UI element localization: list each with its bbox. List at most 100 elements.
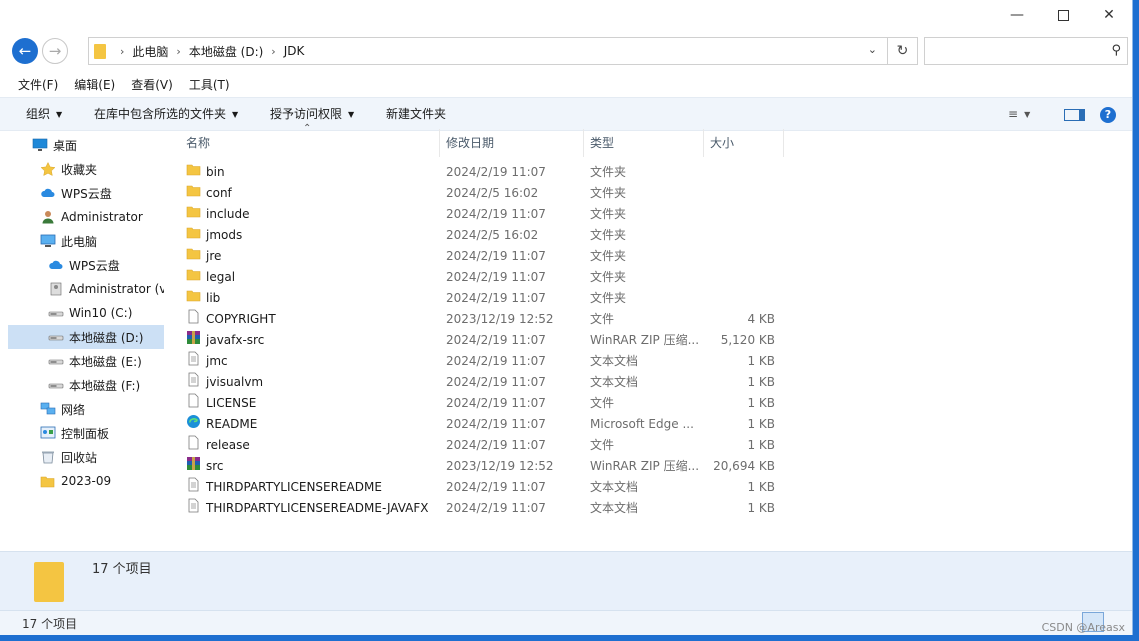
file-name: release (206, 438, 250, 452)
sidebar-item[interactable]: WPS云盘 (8, 253, 164, 277)
folder-icon (186, 288, 201, 303)
maximize-button[interactable] (1040, 0, 1086, 30)
file-date: 2023/12/19 12:52 (446, 459, 554, 473)
file-date: 2024/2/19 11:07 (446, 249, 546, 263)
sidebar-item[interactable]: 网络 (8, 397, 164, 421)
new-folder-button[interactable]: 新建文件夹 (386, 98, 446, 130)
menu-edit[interactable]: 编辑(E) (66, 74, 123, 96)
sidebar-item[interactable]: 本地磁盘 (E:) (8, 349, 164, 373)
help-button[interactable]: ? (1100, 98, 1116, 130)
sidebar-item[interactable]: 本地磁盘 (D:) (8, 325, 164, 349)
sidebar-item-label: WPS云盘 (69, 258, 120, 273)
menu-file[interactable]: 文件(F) (0, 74, 66, 96)
minimize-button[interactable]: — (994, 0, 1040, 30)
sidebar-item[interactable]: WPS云盘 (8, 181, 164, 205)
file-date: 2024/2/19 11:07 (446, 417, 546, 431)
file-row[interactable]: conf 2024/2/5 16:02 文件夹 (180, 183, 780, 204)
file-name: lib (206, 291, 221, 305)
sidebar-item-label: 收藏夹 (61, 162, 98, 177)
file-type: WinRAR ZIP 压缩... (590, 459, 700, 473)
file-row[interactable]: jmc 2024/2/19 11:07 文本文档 1 KB (180, 351, 780, 372)
file-row[interactable]: THIRDPARTYLICENSEREADME 2024/2/19 11:07 文本… (180, 477, 780, 498)
sidebar-item[interactable]: Administrator (8, 205, 164, 229)
file-row[interactable]: src 2023/12/19 12:52 WinRAR ZIP 压缩... 20,69… (180, 456, 780, 477)
sidebar-item[interactable]: 桌面 (8, 133, 164, 157)
sidebar-item-label: WPS云盘 (61, 186, 112, 201)
menu-bar: 文件(F) 编辑(E) 查看(V) 工具(T) (0, 74, 238, 96)
file-row[interactable]: COPYRIGHT 2023/12/19 12:52 文件 4 KB (180, 309, 780, 330)
file-icon (186, 393, 201, 408)
breadcrumb-this-pc[interactable]: 此电脑 (132, 43, 168, 60)
cloud-icon (40, 186, 56, 200)
file-name: legal (206, 270, 236, 284)
breadcrumb-separator: › (176, 44, 181, 58)
file-row[interactable]: legal 2024/2/19 11:07 文件夹 (180, 267, 780, 288)
new-folder-label: 新建文件夹 (386, 107, 447, 121)
file-name: jre (206, 249, 222, 263)
text-file-icon (186, 351, 201, 366)
sidebar-item[interactable]: Administrator (vi (8, 277, 164, 301)
sidebar-item[interactable]: Win10 (C:) (8, 301, 164, 325)
menu-view[interactable]: 查看(V) (123, 74, 181, 96)
file-row[interactable]: jmods 2024/2/5 16:02 文件夹 (180, 225, 780, 246)
column-header-size[interactable]: 大小 (704, 129, 784, 157)
address-bar[interactable]: › 此电脑 › 本地磁盘 (D:) › JDK ⌄ (88, 37, 888, 65)
sidebar-item-label: 本地磁盘 (D:) (69, 330, 144, 345)
file-type: 文件夹 (590, 270, 627, 284)
close-button[interactable]: ✕ (1086, 0, 1132, 30)
file-type: 文本文档 (590, 354, 639, 368)
file-row[interactable]: jre 2024/2/19 11:07 文件夹 (180, 246, 780, 267)
breadcrumb-separator: › (120, 44, 125, 58)
organize-label: 组织 (26, 107, 51, 121)
file-date: 2024/2/19 11:07 (446, 396, 546, 410)
search-input[interactable]: ⚲ (924, 37, 1128, 65)
file-size: 1 KB (747, 480, 775, 494)
sidebar-item-label: 本地磁盘 (E:) (69, 354, 142, 369)
file-name: include (206, 207, 250, 221)
file-row[interactable]: include 2024/2/19 11:07 文件夹 (180, 204, 780, 225)
column-header-name[interactable]: 名称 (180, 129, 440, 157)
column-header-type[interactable]: 类型 (584, 129, 704, 157)
chevron-down-icon[interactable]: ⌄ (868, 43, 877, 56)
preview-pane-button[interactable] (1064, 98, 1085, 130)
folder-icon (186, 246, 201, 261)
sidebar-item[interactable]: 收藏夹 (8, 157, 164, 181)
refresh-button[interactable]: ↻ (888, 37, 918, 65)
file-row[interactable]: javafx-src 2024/2/19 11:07 WinRAR ZIP 压缩..… (180, 330, 780, 351)
organize-button[interactable]: 组织 ▼ (26, 98, 62, 130)
menu-tools[interactable]: 工具(T) (181, 74, 238, 96)
file-date: 2024/2/5 16:02 (446, 186, 539, 200)
sidebar-item[interactable]: 本地磁盘 (F:) (8, 373, 164, 397)
forward-button[interactable]: → (42, 38, 68, 64)
sidebar-item-label: Administrator (61, 210, 143, 224)
caret-down-icon: ▼ (56, 109, 63, 119)
file-row[interactable]: README 2024/2/19 11:07 Microsoft Edge ... 1… (180, 414, 780, 435)
column-header-date[interactable]: 修改日期 (440, 129, 584, 157)
file-row[interactable]: bin 2024/2/19 11:07 文件夹 (180, 162, 780, 183)
sidebar-item-label: 回收站 (61, 450, 98, 465)
sidebar-item[interactable]: 此电脑 (8, 229, 164, 253)
file-date: 2023/12/19 12:52 (446, 312, 554, 326)
breadcrumb-jdk[interactable]: JDK (284, 44, 305, 58)
file-date: 2024/2/19 11:07 (446, 501, 546, 515)
file-date: 2024/2/19 11:07 (446, 165, 546, 179)
details-item-count: 17 个项目 (92, 562, 152, 577)
share-button[interactable]: 授予访问权限 ▼ (270, 98, 354, 130)
file-name: bin (206, 165, 225, 179)
sidebar-item[interactable]: 2023-09 (8, 469, 164, 493)
file-row[interactable]: release 2024/2/19 11:07 文件 1 KB (180, 435, 780, 456)
include-in-library-button[interactable]: 在库中包含所选的文件夹 ▼ (94, 98, 238, 130)
back-button[interactable]: ← (12, 38, 38, 64)
file-date: 2024/2/5 16:02 (446, 228, 539, 242)
include-library-label: 在库中包含所选的文件夹 (94, 107, 227, 121)
status-item-count: 17 个项目 (22, 617, 78, 631)
file-row[interactable]: lib 2024/2/19 11:07 文件夹 (180, 288, 780, 309)
sidebar-item[interactable]: 回收站 (8, 445, 164, 469)
file-row[interactable]: jvisualvm 2024/2/19 11:07 文本文档 1 KB (180, 372, 780, 393)
view-options-button[interactable]: ≡ ▼ (1008, 98, 1030, 130)
file-row[interactable]: THIRDPARTYLICENSEREADME-JAVAFX 2024/2/19 … (180, 498, 780, 519)
breadcrumb-drive-d[interactable]: 本地磁盘 (D:) (189, 43, 263, 60)
file-row[interactable]: LICENSE 2024/2/19 11:07 文件 1 KB (180, 393, 780, 414)
file-size: 1 KB (747, 354, 775, 368)
sidebar-item[interactable]: 控制面板 (8, 421, 164, 445)
